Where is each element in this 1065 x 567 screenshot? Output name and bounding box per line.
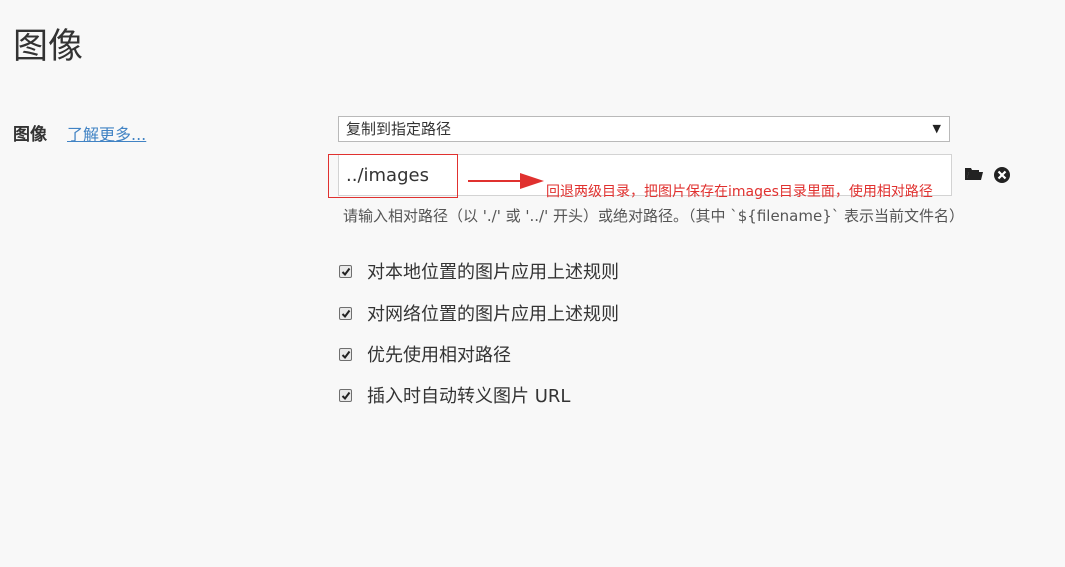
option-network-images[interactable]: 对网络位置的图片应用上述规则 (339, 302, 619, 325)
checkbox-prefer-relative[interactable] (339, 347, 352, 361)
learn-more-link[interactable]: 了解更多... (67, 121, 146, 145)
option-prefer-relative[interactable]: 优先使用相对路径 (339, 343, 511, 366)
option-label: 插入时自动转义图片 URL (367, 386, 571, 407)
annotation-arrow-icon (468, 173, 544, 189)
path-hint-text: 请输入相对路径（以 './' 或 '../' 开头）或绝对路径。（其中 `${f… (343, 207, 965, 225)
checkbox-local-images[interactable] (339, 264, 352, 278)
checkbox-network-images[interactable] (339, 306, 352, 320)
option-label: 优先使用相对路径 (367, 345, 511, 366)
option-local-images[interactable]: 对本地位置的图片应用上述规则 (339, 260, 619, 283)
page-title: 图像 (13, 27, 84, 67)
option-label: 对网络位置的图片应用上述规则 (367, 304, 619, 325)
folder-icon[interactable] (964, 166, 984, 186)
image-setting-label: 图像 (13, 125, 47, 145)
checkbox-escape-url[interactable] (339, 388, 352, 402)
image-action-select-value: 复制到指定路径 (346, 120, 452, 138)
image-action-select[interactable]: 复制到指定路径 ▼ (338, 116, 950, 142)
dropdown-arrow-icon: ▼ (932, 122, 941, 135)
option-label: 对本地位置的图片应用上述规则 (367, 262, 619, 283)
annotation-text: 回退两级目录，把图片保存在images目录里面，使用相对路径 (546, 184, 933, 200)
option-escape-url[interactable]: 插入时自动转义图片 URL (339, 384, 571, 407)
clear-icon[interactable] (993, 166, 1011, 188)
